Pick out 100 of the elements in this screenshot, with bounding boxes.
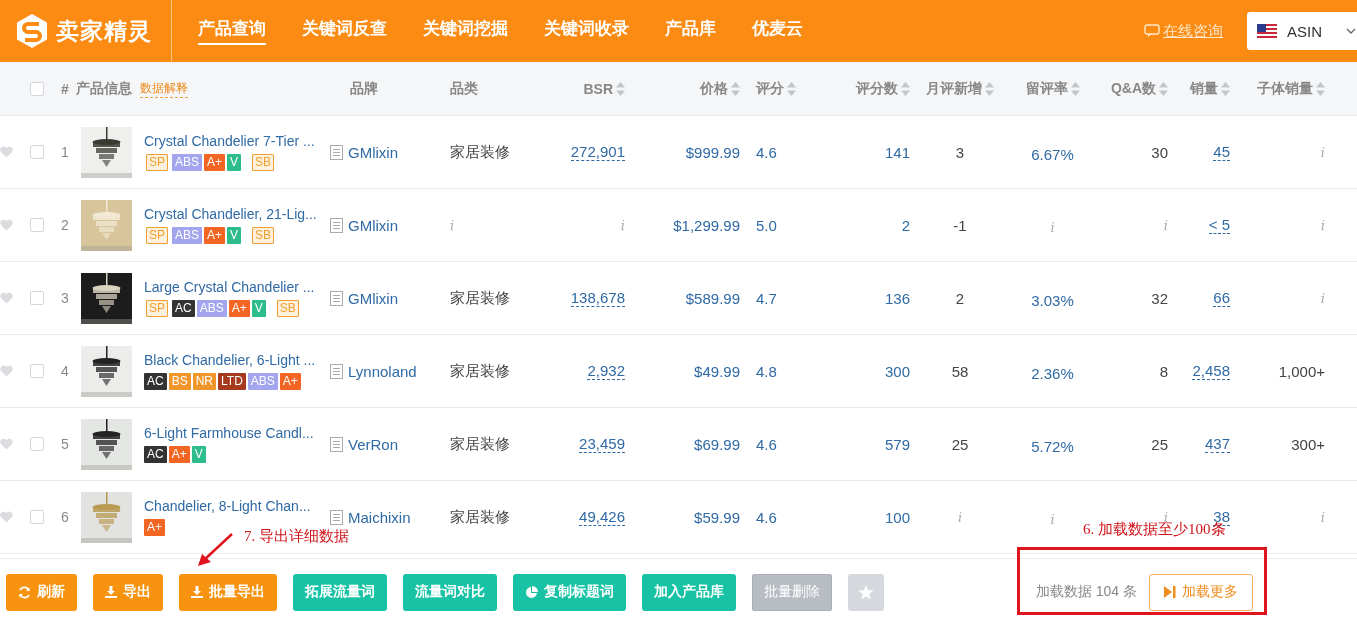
product-tag: NR [192, 373, 217, 390]
product-tag: AC [144, 446, 167, 463]
table-cell: 100 [884, 508, 910, 526]
product-title-link[interactable]: Black Chandelier, 6-Light ... [144, 352, 330, 368]
data-link[interactable]: 272,901 [570, 143, 625, 161]
table-cell: 30 [1151, 143, 1168, 161]
sort-icon[interactable] [1159, 82, 1168, 96]
heart-icon[interactable] [0, 365, 13, 377]
logo-icon [14, 13, 50, 49]
info-mark: i [957, 509, 963, 525]
product-tag: AC [144, 373, 167, 390]
table-cell: 300 [884, 362, 910, 380]
sort-icon[interactable] [1070, 82, 1080, 96]
column-header: 月评新增 [926, 80, 982, 98]
table-cell: 579 [884, 435, 910, 453]
table-cell: 1,000+ [1278, 362, 1325, 380]
table-cell: 家居装修 [450, 434, 510, 454]
data-link[interactable]: < 5 [1208, 216, 1230, 234]
logo-text: 卖家精灵 [56, 16, 152, 46]
heart-icon[interactable] [0, 219, 13, 231]
product-tag: SB [252, 227, 275, 244]
product-title-link[interactable]: Crystal Chandelier, 21-Lig... [144, 206, 330, 222]
brand-link[interactable]: Maichixin [348, 508, 411, 526]
column-header: 品牌 [350, 80, 378, 98]
info-mark: i [1320, 509, 1325, 525]
data-link[interactable]: 49,426 [579, 508, 625, 526]
sort-icon[interactable] [1316, 82, 1325, 96]
download-icon [105, 586, 117, 598]
table-cell: 6.67% [1031, 146, 1074, 163]
checkbox[interactable] [30, 291, 44, 305]
heart-icon[interactable] [0, 511, 13, 523]
checkbox[interactable] [30, 145, 44, 159]
annotation-text: 7. 导出详细数据 [244, 527, 349, 546]
table-cell: 136 [884, 289, 910, 307]
brand-link[interactable]: GMlixin [348, 216, 398, 234]
data-link[interactable]: 23,459 [579, 435, 625, 453]
sort-icon[interactable] [616, 82, 625, 96]
table-cell: 141 [884, 143, 910, 161]
table-cell: 家居装修 [450, 507, 510, 527]
favorite-button[interactable] [848, 573, 884, 611]
table-cell: 25 [1151, 435, 1168, 453]
table-cell: $1,299.99 [673, 216, 740, 234]
sort-icon[interactable] [1221, 82, 1230, 96]
table-cell: 3.03% [1031, 292, 1074, 309]
checkbox[interactable] [30, 510, 44, 524]
heart-icon[interactable] [0, 292, 13, 304]
star-icon [858, 584, 874, 600]
brand-link[interactable]: GMlixin [348, 289, 398, 307]
heart-icon[interactable] [0, 438, 13, 450]
product-tag: A+ [279, 373, 301, 390]
data-link[interactable]: 437 [1204, 435, 1230, 453]
product-title-link[interactable]: Chandelier, 8-Light Chan... [144, 498, 330, 514]
product-title-link[interactable]: Large Crystal Chandelier ... [144, 279, 330, 295]
document-icon[interactable] [330, 363, 343, 379]
table-cell: 4.8 [756, 362, 777, 380]
market-select[interactable]: ASIN [1247, 12, 1357, 50]
product-title-link[interactable]: 6-Light Farmhouse Candl... [144, 425, 330, 441]
data-link[interactable]: 66 [1213, 289, 1230, 307]
info-mark: i [1050, 512, 1055, 527]
column-header: 留评率 [1025, 80, 1068, 98]
info-mark: i [1320, 144, 1325, 160]
product-tag: BS [168, 373, 191, 390]
brand-link[interactable]: VerRon [348, 435, 399, 453]
product-tag: ABS [172, 154, 203, 171]
product-tag: A+ [228, 300, 250, 317]
data-link[interactable]: 138,678 [570, 289, 625, 307]
sort-icon[interactable] [731, 82, 740, 96]
data-link[interactable]: 2,932 [587, 362, 625, 380]
table-cell: 3 [955, 143, 965, 161]
table-cell: 4.6 [756, 508, 777, 526]
brand-link[interactable]: Lynnoland [348, 362, 417, 380]
row-number: 2 [60, 217, 70, 233]
document-icon[interactable] [330, 436, 343, 452]
document-icon[interactable] [330, 509, 343, 525]
data-link[interactable]: 2,458 [1192, 362, 1230, 380]
product-tag: SP [146, 227, 168, 244]
product-title-link[interactable]: Crystal Chandelier 7-Tier ... [144, 133, 330, 149]
table-cell: 2.36% [1031, 365, 1074, 382]
data-link[interactable]: 45 [1213, 143, 1230, 161]
document-icon[interactable] [330, 290, 343, 306]
table-cell: $999.99 [685, 143, 740, 161]
select-value: ASIN [1287, 22, 1322, 40]
chat-icon [1144, 24, 1160, 38]
table-cell: 4.6 [756, 435, 777, 453]
brand-link[interactable]: GMlixin [348, 143, 398, 161]
sort-icon[interactable] [985, 82, 994, 96]
table-cell: 2 [955, 289, 965, 307]
sort-icon[interactable] [901, 82, 910, 96]
checkbox[interactable] [30, 437, 44, 451]
pie-chart-icon [525, 585, 538, 599]
table-cell: 2 [901, 216, 910, 234]
checkbox[interactable] [30, 82, 44, 96]
product-tag: V [251, 300, 266, 317]
checkbox[interactable] [30, 364, 44, 378]
sort-icon[interactable] [787, 82, 796, 96]
heart-icon[interactable] [0, 146, 13, 158]
document-icon[interactable] [330, 217, 343, 233]
checkbox[interactable] [30, 218, 44, 232]
document-icon[interactable] [330, 144, 343, 160]
column-header: 产品信息 [76, 80, 132, 98]
